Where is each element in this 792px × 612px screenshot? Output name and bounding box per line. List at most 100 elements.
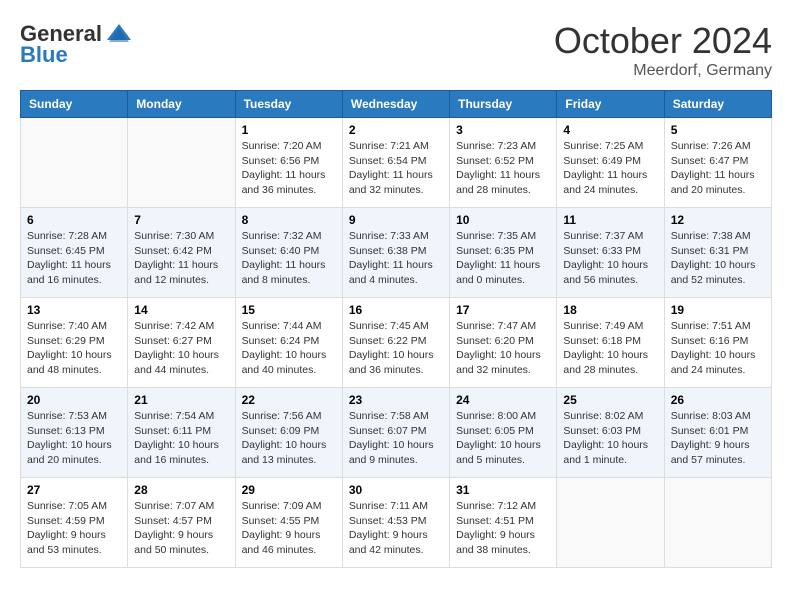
- day-info: Sunrise: 7:45 AMSunset: 6:22 PMDaylight:…: [349, 319, 443, 378]
- day-info: Sunrise: 7:23 AMSunset: 6:52 PMDaylight:…: [456, 139, 550, 198]
- day-info: Sunrise: 8:02 AMSunset: 6:03 PMDaylight:…: [563, 409, 657, 468]
- day-info: Sunrise: 7:44 AMSunset: 6:24 PMDaylight:…: [242, 319, 336, 378]
- day-info: Sunrise: 7:47 AMSunset: 6:20 PMDaylight:…: [456, 319, 550, 378]
- day-number: 30: [349, 483, 443, 497]
- day-info: Sunrise: 7:49 AMSunset: 6:18 PMDaylight:…: [563, 319, 657, 378]
- calendar-table: SundayMondayTuesdayWednesdayThursdayFrid…: [20, 90, 772, 568]
- calendar-cell: 20 Sunrise: 7:53 AMSunset: 6:13 PMDaylig…: [21, 388, 128, 478]
- calendar-week-row: 13 Sunrise: 7:40 AMSunset: 6:29 PMDaylig…: [21, 298, 772, 388]
- calendar-cell: 30 Sunrise: 7:11 AMSunset: 4:53 PMDaylig…: [342, 478, 449, 568]
- calendar-cell: 12 Sunrise: 7:38 AMSunset: 6:31 PMDaylig…: [664, 208, 771, 298]
- weekday-header: Saturday: [664, 91, 771, 118]
- day-number: 12: [671, 213, 765, 227]
- calendar-cell: [664, 478, 771, 568]
- title-block: October 2024 Meerdorf, Germany: [554, 20, 772, 80]
- month-title: October 2024: [554, 20, 772, 62]
- day-number: 19: [671, 303, 765, 317]
- page-header: General Blue October 2024 Meerdorf, Germ…: [20, 20, 772, 80]
- day-number: 11: [563, 213, 657, 227]
- day-info: Sunrise: 7:25 AMSunset: 6:49 PMDaylight:…: [563, 139, 657, 198]
- day-info: Sunrise: 7:21 AMSunset: 6:54 PMDaylight:…: [349, 139, 443, 198]
- calendar-cell: 2 Sunrise: 7:21 AMSunset: 6:54 PMDayligh…: [342, 118, 449, 208]
- calendar-cell: 22 Sunrise: 7:56 AMSunset: 6:09 PMDaylig…: [235, 388, 342, 478]
- calendar-cell: 6 Sunrise: 7:28 AMSunset: 6:45 PMDayligh…: [21, 208, 128, 298]
- day-number: 13: [27, 303, 121, 317]
- day-info: Sunrise: 7:54 AMSunset: 6:11 PMDaylight:…: [134, 409, 228, 468]
- day-info: Sunrise: 7:40 AMSunset: 6:29 PMDaylight:…: [27, 319, 121, 378]
- calendar-cell: 27 Sunrise: 7:05 AMSunset: 4:59 PMDaylig…: [21, 478, 128, 568]
- calendar-cell: 25 Sunrise: 8:02 AMSunset: 6:03 PMDaylig…: [557, 388, 664, 478]
- day-info: Sunrise: 7:33 AMSunset: 6:38 PMDaylight:…: [349, 229, 443, 288]
- calendar-cell: 21 Sunrise: 7:54 AMSunset: 6:11 PMDaylig…: [128, 388, 235, 478]
- calendar-cell: 3 Sunrise: 7:23 AMSunset: 6:52 PMDayligh…: [450, 118, 557, 208]
- calendar-cell: 1 Sunrise: 7:20 AMSunset: 6:56 PMDayligh…: [235, 118, 342, 208]
- day-info: Sunrise: 7:53 AMSunset: 6:13 PMDaylight:…: [27, 409, 121, 468]
- day-info: Sunrise: 7:42 AMSunset: 6:27 PMDaylight:…: [134, 319, 228, 378]
- day-number: 16: [349, 303, 443, 317]
- weekday-header: Wednesday: [342, 91, 449, 118]
- calendar-cell: 26 Sunrise: 8:03 AMSunset: 6:01 PMDaylig…: [664, 388, 771, 478]
- day-number: 25: [563, 393, 657, 407]
- calendar-cell: 24 Sunrise: 8:00 AMSunset: 6:05 PMDaylig…: [450, 388, 557, 478]
- calendar-cell: 13 Sunrise: 7:40 AMSunset: 6:29 PMDaylig…: [21, 298, 128, 388]
- day-info: Sunrise: 7:30 AMSunset: 6:42 PMDaylight:…: [134, 229, 228, 288]
- day-info: Sunrise: 7:56 AMSunset: 6:09 PMDaylight:…: [242, 409, 336, 468]
- day-info: Sunrise: 7:28 AMSunset: 6:45 PMDaylight:…: [27, 229, 121, 288]
- calendar-cell: 7 Sunrise: 7:30 AMSunset: 6:42 PMDayligh…: [128, 208, 235, 298]
- location: Meerdorf, Germany: [554, 62, 772, 80]
- calendar-cell: 5 Sunrise: 7:26 AMSunset: 6:47 PMDayligh…: [664, 118, 771, 208]
- day-info: Sunrise: 7:11 AMSunset: 4:53 PMDaylight:…: [349, 499, 443, 558]
- calendar-cell: 4 Sunrise: 7:25 AMSunset: 6:49 PMDayligh…: [557, 118, 664, 208]
- day-number: 31: [456, 483, 550, 497]
- calendar-cell: 15 Sunrise: 7:44 AMSunset: 6:24 PMDaylig…: [235, 298, 342, 388]
- logo-icon: [105, 20, 133, 48]
- day-number: 26: [671, 393, 765, 407]
- day-info: Sunrise: 7:26 AMSunset: 6:47 PMDaylight:…: [671, 139, 765, 198]
- day-info: Sunrise: 7:35 AMSunset: 6:35 PMDaylight:…: [456, 229, 550, 288]
- weekday-header: Monday: [128, 91, 235, 118]
- calendar-cell: 16 Sunrise: 7:45 AMSunset: 6:22 PMDaylig…: [342, 298, 449, 388]
- logo: General Blue: [20, 20, 133, 68]
- day-info: Sunrise: 7:12 AMSunset: 4:51 PMDaylight:…: [456, 499, 550, 558]
- day-info: Sunrise: 7:38 AMSunset: 6:31 PMDaylight:…: [671, 229, 765, 288]
- day-info: Sunrise: 7:37 AMSunset: 6:33 PMDaylight:…: [563, 229, 657, 288]
- weekday-header: Friday: [557, 91, 664, 118]
- day-number: 28: [134, 483, 228, 497]
- calendar-week-row: 1 Sunrise: 7:20 AMSunset: 6:56 PMDayligh…: [21, 118, 772, 208]
- day-number: 22: [242, 393, 336, 407]
- day-number: 14: [134, 303, 228, 317]
- calendar-week-row: 6 Sunrise: 7:28 AMSunset: 6:45 PMDayligh…: [21, 208, 772, 298]
- day-number: 10: [456, 213, 550, 227]
- calendar-cell: 14 Sunrise: 7:42 AMSunset: 6:27 PMDaylig…: [128, 298, 235, 388]
- logo-blue: Blue: [20, 42, 68, 68]
- day-info: Sunrise: 8:00 AMSunset: 6:05 PMDaylight:…: [456, 409, 550, 468]
- calendar-cell: 31 Sunrise: 7:12 AMSunset: 4:51 PMDaylig…: [450, 478, 557, 568]
- day-info: Sunrise: 7:51 AMSunset: 6:16 PMDaylight:…: [671, 319, 765, 378]
- weekday-header: Sunday: [21, 91, 128, 118]
- calendar-cell: 10 Sunrise: 7:35 AMSunset: 6:35 PMDaylig…: [450, 208, 557, 298]
- weekday-header: Thursday: [450, 91, 557, 118]
- day-number: 18: [563, 303, 657, 317]
- day-number: 7: [134, 213, 228, 227]
- day-info: Sunrise: 7:09 AMSunset: 4:55 PMDaylight:…: [242, 499, 336, 558]
- weekday-header: Tuesday: [235, 91, 342, 118]
- calendar-cell: 9 Sunrise: 7:33 AMSunset: 6:38 PMDayligh…: [342, 208, 449, 298]
- day-number: 2: [349, 123, 443, 137]
- day-info: Sunrise: 8:03 AMSunset: 6:01 PMDaylight:…: [671, 409, 765, 468]
- day-number: 21: [134, 393, 228, 407]
- calendar-cell: 29 Sunrise: 7:09 AMSunset: 4:55 PMDaylig…: [235, 478, 342, 568]
- calendar-cell: 19 Sunrise: 7:51 AMSunset: 6:16 PMDaylig…: [664, 298, 771, 388]
- calendar-cell: 8 Sunrise: 7:32 AMSunset: 6:40 PMDayligh…: [235, 208, 342, 298]
- day-info: Sunrise: 7:20 AMSunset: 6:56 PMDaylight:…: [242, 139, 336, 198]
- day-number: 5: [671, 123, 765, 137]
- calendar-cell: 23 Sunrise: 7:58 AMSunset: 6:07 PMDaylig…: [342, 388, 449, 478]
- calendar-cell: 18 Sunrise: 7:49 AMSunset: 6:18 PMDaylig…: [557, 298, 664, 388]
- day-number: 27: [27, 483, 121, 497]
- calendar-cell: 17 Sunrise: 7:47 AMSunset: 6:20 PMDaylig…: [450, 298, 557, 388]
- calendar-week-row: 27 Sunrise: 7:05 AMSunset: 4:59 PMDaylig…: [21, 478, 772, 568]
- calendar-cell: [21, 118, 128, 208]
- calendar-header-row: SundayMondayTuesdayWednesdayThursdayFrid…: [21, 91, 772, 118]
- day-number: 3: [456, 123, 550, 137]
- day-number: 20: [27, 393, 121, 407]
- day-info: Sunrise: 7:32 AMSunset: 6:40 PMDaylight:…: [242, 229, 336, 288]
